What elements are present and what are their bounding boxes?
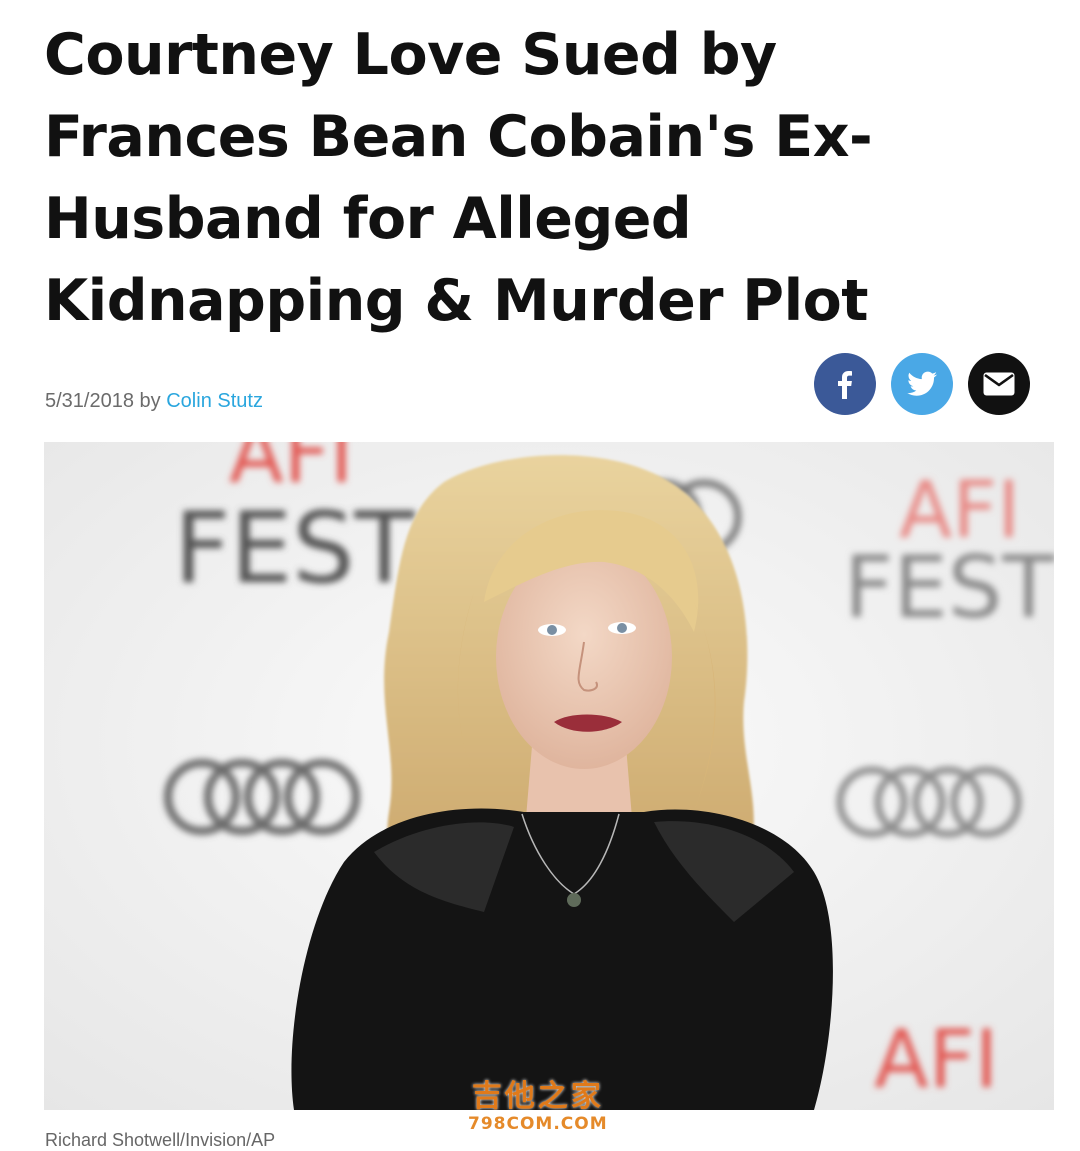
email-share-button[interactable] [968,353,1030,415]
byline-by: by [139,390,161,412]
watermark-sub-text: 798COM.COM [468,1114,608,1134]
fest-logo-text: FEST [174,492,415,606]
share-buttons [814,353,1030,415]
publish-date: 5/31/2018 [45,390,134,412]
photo-credit: Richard Shotwell/Invision/AP [45,1130,276,1150]
article-photo[interactable]: AFI FEST AFI FEST AFI [44,442,1054,1110]
fest-logo-text-right: FEST [844,538,1054,638]
author-link[interactable]: Colin Stutz [166,390,263,412]
photo-illustration: AFI FEST AFI FEST AFI [44,442,1054,1110]
article-headline: Courtney Love Sued by Frances Bean Cobai… [44,22,873,334]
mail-icon [983,372,1015,396]
afi-logo-text-bottom: AFI [874,1013,998,1106]
site-watermark: 吉他之家 798COM.COM [468,1079,608,1135]
facebook-share-button[interactable] [814,353,876,415]
byline: 5/31/2018 by Colin Stutz [45,390,263,413]
twitter-share-button[interactable] [891,353,953,415]
twitter-icon [907,371,937,396]
watermark-main-text: 吉他之家 [471,1079,604,1114]
facebook-icon [838,371,852,399]
